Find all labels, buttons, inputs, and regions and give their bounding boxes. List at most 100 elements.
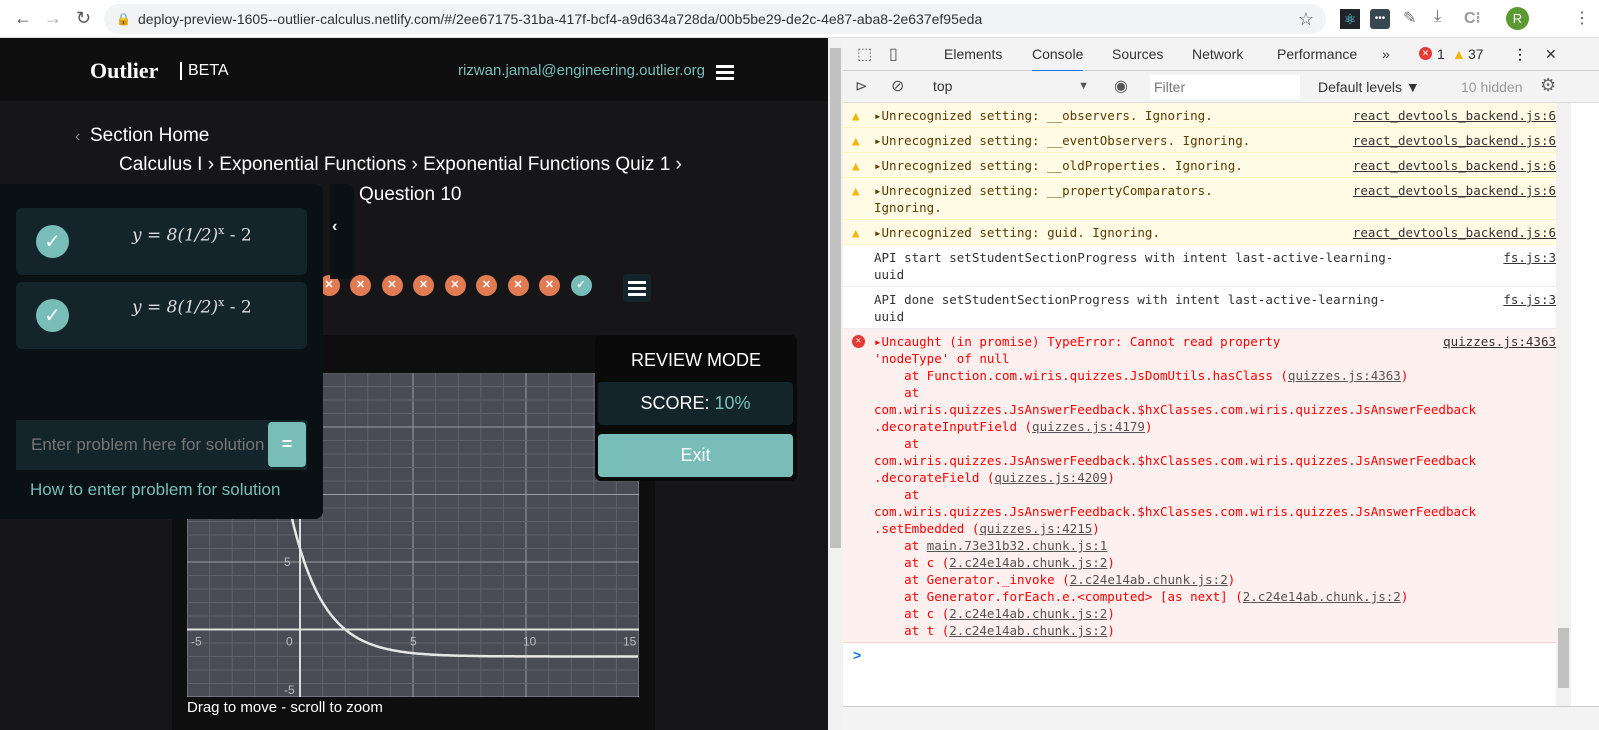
settings-icon[interactable]: ⚙ <box>1540 75 1556 96</box>
question-dot-wrong[interactable]: ✕ <box>444 275 466 296</box>
stack-link[interactable]: 2.c24e14ab.chunk.js:2 <box>1243 589 1401 604</box>
error-icon: ✕ <box>1419 47 1432 60</box>
console-info-message: API done setStudentSectionProgress with … <box>843 287 1556 329</box>
review-mode-title: REVIEW MODE <box>630 350 761 370</box>
stack-text: ) <box>1227 572 1236 587</box>
extension-icon[interactable]: ••• <box>1370 9 1390 29</box>
message-text: ▸Unrecognized setting: __oldProperties. … <box>874 158 1243 173</box>
eye-icon[interactable]: ◉ <box>1114 76 1128 96</box>
source-link[interactable]: react_devtools_backend.js:6 <box>1353 157 1556 174</box>
user-email[interactable]: rizwan.jamal@engineering.outlier.org <box>458 62 705 79</box>
section-home-link[interactable]: Section Home <box>90 125 209 147</box>
eyedropper-icon[interactable]: ✎ <box>1403 8 1416 28</box>
address-bar[interactable]: 🔒 deploy-preview-1605--outlier-calculus.n… <box>104 4 1326 34</box>
url-text: deploy-preview-1605--outlier-calculus.ne… <box>138 11 983 27</box>
review-panel: REVIEW MODE SCORE: 10% Exit <box>595 335 797 481</box>
breadcrumb-current: Question 10 <box>359 184 462 205</box>
react-devtools-icon[interactable]: ⚛ <box>1340 9 1360 29</box>
menu-icon[interactable]: ⋮ <box>1574 8 1590 28</box>
console-scrollbar[interactable] <box>1556 103 1571 708</box>
question-dot-wrong[interactable]: ✕ <box>539 275 560 296</box>
help-link[interactable]: How to enter problem for solution <box>30 480 280 500</box>
browser-toolbar: ← → ↻ 🔒 deploy-preview-1605--outlier-calc… <box>0 0 1599 38</box>
tab-console[interactable]: Console <box>1032 46 1084 72</box>
question-dot-wrong[interactable]: ✕ <box>507 275 529 296</box>
stack-text: at com.wiris.quizzes.JsAnswerFeedback.$h… <box>874 385 1477 434</box>
source-link[interactable]: react_devtools_backend.js:6 <box>1353 132 1556 149</box>
message-text: ▸Unrecognized setting: guid. Ignoring. <box>874 225 1160 240</box>
inspect-icon[interactable]: ⬚ <box>857 44 872 64</box>
device-toolbar-icon[interactable]: ▯ <box>889 44 898 64</box>
page-scrollbar[interactable] <box>828 38 843 730</box>
warning-count[interactable]: 37 <box>1468 46 1484 62</box>
stack-link[interactable]: 2.c24e14ab.chunk.js:2 <box>949 623 1107 638</box>
message-text: API start setStudentSectionProgress with… <box>874 250 1394 282</box>
stack-link[interactable]: 2.c24e14ab.chunk.js:2 <box>949 606 1107 621</box>
star-icon[interactable]: ☆ <box>1298 4 1314 34</box>
stack-link[interactable]: quizzes.js:4363 <box>1288 368 1401 383</box>
console-prompt[interactable]: > <box>853 647 861 663</box>
source-link[interactable]: fs.js:3 <box>1503 291 1556 308</box>
source-link[interactable]: react_devtools_backend.js:6 <box>1353 107 1556 124</box>
tab-elements[interactable]: Elements <box>944 46 1002 62</box>
tab-network[interactable]: Network <box>1192 46 1243 62</box>
dropdown-icon: ▼ <box>1078 80 1089 92</box>
question-dot-correct[interactable]: ✓ <box>570 275 592 296</box>
logo[interactable]: Outlier <box>90 58 158 84</box>
question-dot-wrong[interactable]: ✕ <box>476 275 497 296</box>
tab-performance[interactable]: Performance <box>1277 46 1357 62</box>
download-icon[interactable]: ⤓ <box>1434 8 1441 26</box>
message-text: ▸Unrecognized setting: __propertyCompara… <box>874 183 1213 215</box>
stack-text: at com.wiris.quizzes.JsAnswerFeedback.$h… <box>874 436 1477 485</box>
console-error-message: ✕ ▸Uncaught (in promise) TypeError: Canno… <box>843 329 1556 643</box>
hamburger-icon[interactable] <box>716 65 734 68</box>
source-link[interactable]: fs.js:3 <box>1503 249 1556 266</box>
beta-label: BETA <box>180 62 229 80</box>
question-dot-wrong[interactable]: ✕ <box>350 275 371 296</box>
warning-icon: ▲ <box>852 108 860 123</box>
devtools-menu-icon[interactable]: ⋮ <box>1513 46 1527 63</box>
stack-link[interactable]: main.73e31b32.chunk.js:1 <box>927 538 1108 553</box>
stack-text: at t ( <box>874 623 950 638</box>
collapse-icon[interactable]: ‹ <box>332 218 337 236</box>
clear-console-icon[interactable]: ⊘ <box>891 76 904 96</box>
sidebar-toggle-icon[interactable]: ⊳ <box>855 77 868 95</box>
x-tick-label: 10 <box>523 635 537 649</box>
console-warn-message: ▲ ▸Unrecognized setting: guid. Ignoring. r… <box>843 220 1556 245</box>
close-devtools-icon[interactable]: ✕ <box>1545 46 1557 63</box>
back-icon[interactable]: ← <box>14 8 32 29</box>
history-item[interactable]: ✓ y = 8(1/2)x - 2 <box>16 282 307 349</box>
console-toolbar: ⊳ ⊘ top▼ ◉ Default levels ▼ 10 hidden ⚙ <box>843 71 1599 103</box>
source-link[interactable]: quizzes.js:4363 <box>1443 333 1556 350</box>
source-link[interactable]: react_devtools_backend.js:6 <box>1353 224 1556 241</box>
console-filter-input[interactable] <box>1150 75 1300 99</box>
context-select[interactable]: top ▼ <box>919 71 1089 102</box>
history-item[interactable]: ✓ y = 8(1/2)x - 2 <box>16 208 307 275</box>
stack-link[interactable]: 2.c24e14ab.chunk.js:2 <box>949 555 1107 570</box>
extension-c-icon[interactable]: C⁝ <box>1464 8 1481 28</box>
breadcrumb[interactable]: Calculus I › Exponential Functions › Exp… <box>119 154 682 176</box>
question-list-button[interactable] <box>623 274 651 302</box>
tab-sources[interactable]: Sources <box>1112 46 1163 62</box>
log-levels-select[interactable]: Default levels ▼ <box>1318 79 1420 95</box>
profile-avatar[interactable]: R <box>1506 7 1529 30</box>
forward-icon[interactable]: → <box>44 8 62 29</box>
source-link[interactable]: react_devtools_backend.js:6 <box>1353 182 1556 199</box>
question-dot-wrong[interactable]: ✕ <box>413 275 434 296</box>
question-dot-wrong[interactable]: ✕ <box>381 275 403 296</box>
stack-link[interactable]: 2.c24e14ab.chunk.js:2 <box>1070 572 1228 587</box>
stack-text: ) <box>1400 368 1409 383</box>
problem-input[interactable] <box>16 420 266 470</box>
warning-icon: ▲ <box>1452 46 1466 62</box>
stack-link[interactable]: quizzes.js:4209 <box>994 470 1107 485</box>
error-count[interactable]: 1 <box>1437 46 1445 62</box>
reload-icon[interactable]: ↻ <box>76 8 91 29</box>
more-tabs-icon[interactable]: » <box>1382 46 1390 62</box>
stack-link[interactable]: quizzes.js:4215 <box>979 521 1092 536</box>
score-label: SCORE: <box>640 393 710 413</box>
stack-link[interactable]: quizzes.js:4179 <box>1032 419 1145 434</box>
stack-text: at c ( <box>874 606 950 621</box>
exit-button[interactable]: Exit <box>598 434 793 477</box>
devtools-panel: ⬚ ▯ Elements Console Sources Network Per… <box>843 38 1599 730</box>
solve-button[interactable]: = <box>268 422 306 467</box>
